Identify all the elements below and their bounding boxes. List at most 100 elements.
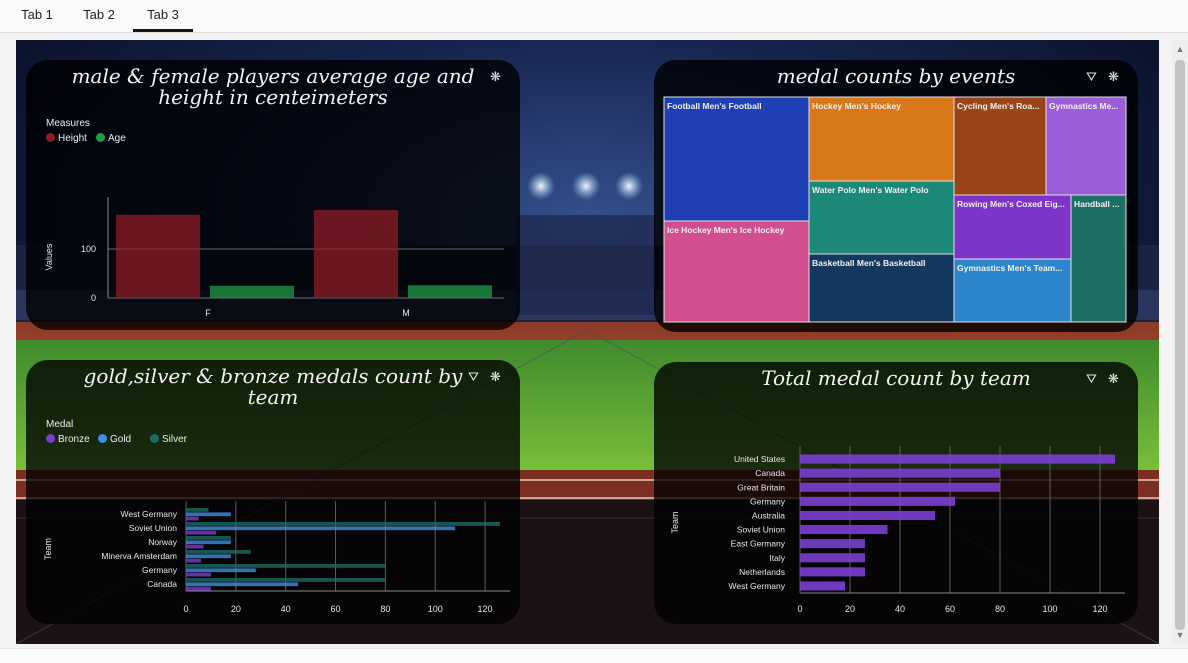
y-tick-label: West Germany — [120, 509, 177, 519]
medal-type-panel: gold,silver & bronze medals count by tea… — [26, 360, 520, 624]
y-tick-label: Canada — [147, 579, 177, 589]
medal-type-chart: 0 20 40 60 80 100 120 West Germany Soviet Union N… — [43, 501, 510, 614]
tab-bar: Tab 1 Tab 2 Tab 3 — [0, 0, 1188, 33]
x-tick-label: 120 — [478, 604, 493, 614]
bar — [800, 581, 845, 591]
x-tick-label: 40 — [895, 604, 905, 614]
y-tick-label: East Germany — [731, 539, 786, 549]
treemap-tile — [663, 220, 810, 323]
x-tick-label: 60 — [945, 604, 955, 614]
treemap-tile-label: Gymnastics Me... — [1049, 101, 1118, 111]
bar-bronze — [186, 572, 211, 577]
treemap-tile-label: Hockey Men's Hockey — [812, 101, 901, 111]
age-height-chart: 0100FMSexValues — [44, 197, 504, 318]
bar-bronze — [186, 544, 204, 549]
events-treemap-panel: medal counts by events ⛛ ❋ Football Men'… — [654, 60, 1138, 332]
x-tick-label: 0 — [797, 604, 802, 614]
y-tick-label: Soviet Union — [737, 525, 785, 535]
y-tick-label: United States — [734, 454, 785, 464]
bar-silver — [186, 578, 386, 582]
x-tick-label: 20 — [231, 604, 241, 614]
y-tick-label: 100 — [81, 244, 96, 254]
events-treemap: Football Men's Football Ice Hockey Men's … — [663, 96, 1127, 323]
scroll-up-icon[interactable]: ▲ — [1175, 44, 1185, 54]
bar — [800, 496, 955, 506]
x-tick-label: 100 — [428, 604, 443, 614]
bar-age-m — [408, 285, 492, 298]
x-tick-label: 60 — [331, 604, 341, 614]
treemap-tile — [663, 96, 810, 222]
y-tick-label: Italy — [769, 553, 785, 563]
scrollbar-thumb[interactable] — [1175, 60, 1185, 630]
y-tick-label: Germany — [750, 496, 786, 506]
x-tick-label: 80 — [380, 604, 390, 614]
vertical-scrollbar[interactable]: ▲ ▼ — [1172, 40, 1188, 644]
y-tick-label: 0 — [91, 293, 96, 303]
tab-2[interactable]: Tab 2 — [80, 0, 118, 32]
bar — [800, 567, 865, 577]
treemap-tile-label: Cycling Men's Roa... — [957, 101, 1039, 111]
bar-silver — [186, 550, 251, 554]
bar-bronze — [186, 516, 199, 521]
bar-gold — [186, 554, 231, 559]
treemap-tile-label: Basketball Men's Basketball — [812, 258, 926, 268]
bar — [800, 510, 935, 520]
x-tick-label: 120 — [1092, 604, 1107, 614]
bar — [800, 454, 1115, 464]
bar — [800, 468, 1000, 478]
x-tick-label: F — [205, 308, 211, 318]
bar-gold — [186, 582, 299, 587]
x-tick-label: 100 — [1042, 604, 1057, 614]
y-tick-label: Soviet Union — [129, 523, 177, 533]
bar-gold — [186, 526, 456, 531]
treemap-tile — [953, 96, 1047, 196]
bar-silver — [186, 536, 231, 540]
y-tick-label: Germany — [142, 565, 178, 575]
x-tick-label: 0 — [183, 604, 188, 614]
x-tick-label: M — [402, 308, 410, 318]
y-tick-label: Great Britain — [737, 482, 785, 492]
bar-gold — [186, 512, 231, 517]
treemap-tile-label: Gymnastics Men's Team... — [957, 263, 1062, 273]
bar-age-f — [210, 285, 294, 298]
y-tick-label: West Germany — [728, 581, 785, 591]
y-axis-label: Values — [44, 243, 54, 270]
bottom-bar — [0, 648, 1188, 663]
treemap-tile — [1070, 194, 1127, 323]
y-tick-label: Norway — [148, 537, 178, 547]
treemap-tile — [1045, 96, 1127, 196]
scroll-down-icon[interactable]: ▼ — [1175, 630, 1185, 640]
bar-silver — [186, 508, 209, 512]
bar-height-f — [116, 214, 200, 298]
bar-bronze — [186, 586, 211, 591]
y-tick-label: Netherlands — [739, 567, 785, 577]
bar-bronze — [186, 558, 201, 563]
treemap-tile-label: Handball ... — [1074, 199, 1119, 209]
tab-1[interactable]: Tab 1 — [18, 0, 56, 32]
total-medal-panel: Total medal count by team ⛛ ❋ 0 20 40 60 80 1… — [654, 362, 1138, 624]
bar — [800, 482, 1000, 492]
dashboard-canvas: male & female players average age and he… — [16, 40, 1159, 644]
bar-height-m — [314, 209, 398, 298]
y-tick-label: Canada — [755, 468, 785, 478]
x-tick-label: 80 — [995, 604, 1005, 614]
treemap-tile-label: Football Men's Football — [667, 101, 762, 111]
tab-3[interactable]: Tab 3 — [133, 0, 193, 32]
bar — [800, 553, 865, 563]
age-height-panel: male & female players average age and he… — [26, 60, 520, 330]
x-tick-label: 20 — [845, 604, 855, 614]
bar-gold — [186, 540, 231, 545]
x-tick-label: 40 — [281, 604, 291, 614]
bar — [800, 525, 888, 535]
bar-silver — [186, 522, 501, 526]
bar-bronze — [186, 530, 216, 535]
treemap-tile-label: Rowing Men's Coxed Eig... — [957, 199, 1065, 209]
treemap-tile-label: Water Polo Men's Water Polo — [812, 185, 929, 195]
y-axis-label: Team — [670, 511, 680, 533]
bar-gold — [186, 568, 256, 573]
y-tick-label: Australia — [752, 510, 785, 520]
y-tick-label: Minerva Amsterdam — [101, 551, 177, 561]
total-medal-chart: 0 20 40 60 80 100 120 United States Canada Great … — [670, 446, 1125, 614]
bar-silver — [186, 564, 386, 568]
y-axis-label: Team — [43, 538, 53, 560]
